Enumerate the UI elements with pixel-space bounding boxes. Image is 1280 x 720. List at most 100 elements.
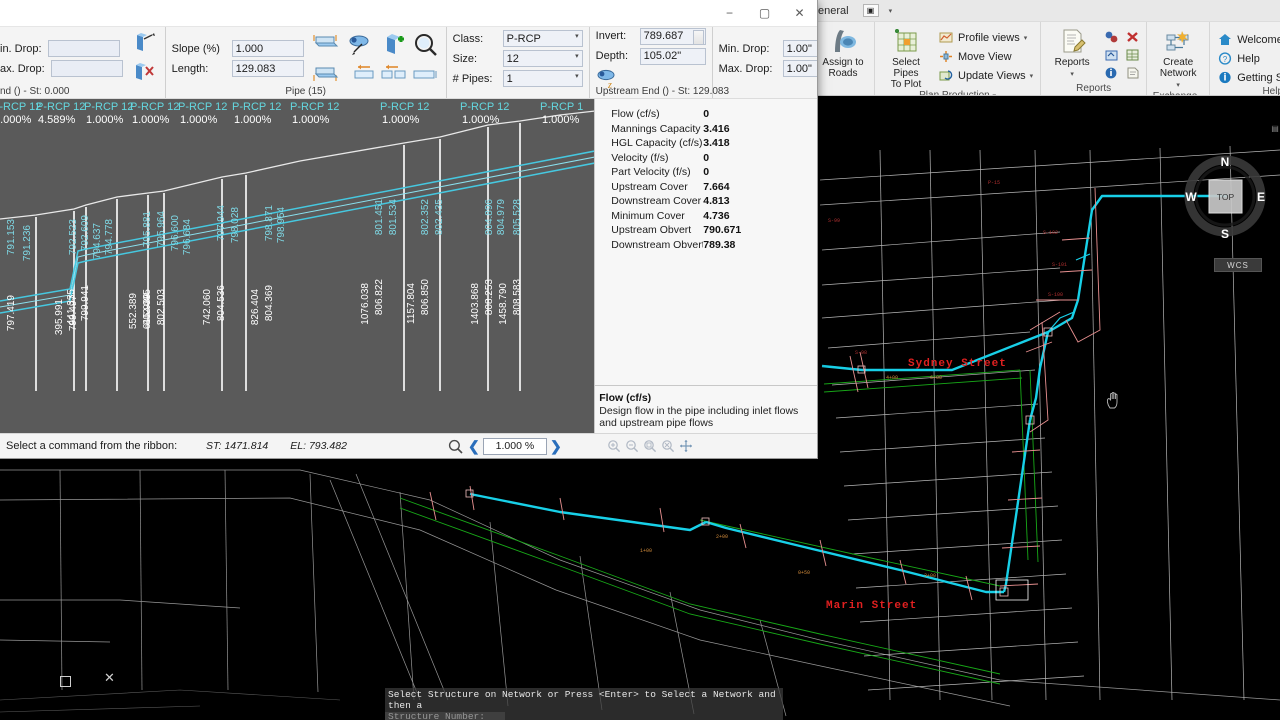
reports-caret[interactable]: ▾ (1070, 69, 1074, 80)
command-input-field[interactable] (385, 712, 505, 720)
zoom-find-icon[interactable] (447, 437, 465, 455)
viewcube[interactable]: TOP N S W E (1182, 134, 1268, 264)
pipe-swap-mid-icon[interactable] (378, 60, 408, 86)
info-row[interactable]: Mannings Capacity (3.416 (611, 122, 813, 137)
ribbon-panel-toggle[interactable]: ▣ (863, 4, 879, 17)
assign-to-roads-button[interactable]: Assign to Roads (817, 26, 869, 79)
ribbon-bar[interactable]: eneral ▣ ▾ Assign to Roads (812, 0, 1280, 96)
pan-icon[interactable] (677, 437, 695, 455)
pipe-add-icon[interactable] (378, 32, 408, 58)
select-pipes-to-plot-button[interactable]: Select Pipes To Plot (880, 26, 932, 90)
downstream-drop-fields: in. Drop: ax. Drop: (0, 40, 123, 77)
num-pipes-select[interactable]: 1 (503, 70, 583, 87)
depth-input[interactable]: 105.02" (640, 48, 706, 65)
length-input[interactable]: 129.083 (232, 60, 304, 77)
report-delete-icon[interactable] (1123, 29, 1141, 45)
invert-elevation-label: 797.419 (6, 295, 17, 331)
ribbon-tab-row[interactable]: eneral ▣ ▾ (812, 0, 1280, 22)
ribbon-panel-plan-production-title[interactable]: Plan Production ▾ (880, 90, 1035, 96)
window-close-button[interactable]: ✕ (782, 0, 817, 26)
profile-views-button[interactable]: Profile views ▾ (936, 29, 1035, 46)
help-button[interactable]: ? Help (1215, 50, 1280, 67)
viewcube-graphic[interactable]: TOP N S W E (1182, 134, 1268, 264)
move-view-button[interactable]: Move View (936, 48, 1035, 65)
update-views-button[interactable]: Update Views ▾ (936, 67, 1035, 84)
zoom-value-input[interactable]: 1.000 % (483, 438, 547, 455)
invert-elevation-label: 806.822 (374, 279, 385, 315)
zoom-window-icon[interactable] (641, 437, 659, 455)
zoom-in-icon[interactable] (605, 437, 623, 455)
pipe-swap-left-icon[interactable] (346, 60, 376, 86)
hydraflow-status-bar[interactable]: Select a command from the ribbon: ST: 14… (0, 433, 817, 458)
info-row[interactable]: Downstream Obvert789.38 (611, 238, 813, 253)
exchange-expand-caret[interactable]: ▾ (1200, 94, 1204, 96)
info-row[interactable]: Upstream Obvert790.671 (611, 223, 813, 238)
rim-elevation-label: 796.684 (182, 219, 193, 255)
info-row-value: 789.38 (703, 239, 735, 251)
pipe-header-label: P-RCP 12 (380, 101, 429, 113)
ribbon-panel-help-title: Help (1215, 86, 1280, 96)
welcome-screen-button[interactable]: Welcome Screen ▾ (1215, 31, 1280, 48)
profile-view-area[interactable]: P-RCP 121.000%P-RCP 124.589%P-RCP 121.00… (0, 99, 817, 433)
profile-views-caret[interactable]: ▾ (1024, 34, 1028, 42)
reports-button[interactable]: Reports ▾ (1046, 26, 1098, 80)
min-drop-input-left[interactable] (48, 40, 120, 57)
update-views-caret[interactable]: ▾ (1030, 72, 1034, 80)
report-network-icon[interactable] (1102, 29, 1120, 45)
rim-elevation-label: 798.871 (264, 205, 275, 241)
hydraflow-storm-sewers-window[interactable]: − ▢ ✕ in. Drop: ax. Drop: (0, 0, 818, 459)
zoom-out-icon[interactable] (623, 437, 641, 455)
info-row[interactable]: Part Velocity (f/s)0 (611, 165, 813, 180)
zoom-extents-icon[interactable] (659, 437, 677, 455)
info-row[interactable]: Downstream Cover4.813 (611, 194, 813, 209)
info-row[interactable]: Upstream Cover7.664 (611, 180, 813, 195)
drop-fields-right: Min. Drop: 1.00" Max. Drop: 1.00" (719, 40, 817, 77)
info-row[interactable]: Flow (cf/s)0 (611, 107, 813, 122)
report-table-icon[interactable] (1123, 47, 1141, 63)
pipe-connect-icon-left[interactable] (129, 31, 159, 57)
pipe-disconnect-icon-left[interactable] (129, 60, 159, 86)
invert-label: Invert: (596, 30, 634, 42)
report-export-icon[interactable] (1102, 47, 1120, 63)
align-invert-icon[interactable] (310, 60, 340, 86)
max-drop-input-left[interactable] (51, 60, 123, 77)
pipe-zoom-icon[interactable] (410, 32, 440, 58)
pipe-pick-icon[interactable] (346, 32, 376, 58)
create-network-caret[interactable]: ▾ (1176, 80, 1180, 91)
profile-graph[interactable]: P-RCP 121.000%P-RCP 124.589%P-RCP 121.00… (0, 99, 594, 433)
hydraflow-toolbar[interactable]: in. Drop: ax. Drop: (0, 27, 817, 99)
map-tag: S-100 (1048, 292, 1063, 298)
pipe-slope-label: 1.000% (180, 114, 217, 126)
plan-production-expand-caret[interactable]: ▾ (993, 93, 997, 96)
ribbon-panel-caret[interactable]: ▾ (889, 7, 893, 15)
window-maximize-button[interactable]: ▢ (747, 0, 782, 26)
zoom-next-button[interactable]: ❯ (547, 438, 565, 455)
slope-input[interactable]: 1.000 (232, 40, 304, 57)
invert-input[interactable]: 789.687 (640, 28, 706, 45)
create-network-button[interactable]: Create Network ▾ (1152, 26, 1204, 91)
selection-grip[interactable] (60, 676, 71, 687)
ribbon-panel-exchange-title[interactable]: Exchange ▾ (1152, 91, 1204, 96)
zoom-prev-button[interactable]: ❮ (465, 438, 483, 455)
align-crown-icon[interactable] (310, 31, 340, 57)
info-row[interactable]: HGL Capacity (cf/s)3.418 (611, 136, 813, 151)
scroll-indicator[interactable]: ▤ (1270, 120, 1280, 136)
size-select[interactable]: 12 (503, 50, 583, 67)
pan-hand-cursor (1106, 391, 1122, 409)
max-drop-input-right[interactable]: 1.00" (783, 60, 817, 77)
report-list-icon[interactable] (1123, 65, 1141, 81)
info-row[interactable]: Minimum Cover4.736 (611, 209, 813, 224)
min-drop-row-left: in. Drop: (0, 40, 123, 57)
pipe-info-panel[interactable]: Flow (cf/s)0Mannings Capacity (3.416HGL … (594, 99, 817, 433)
min-drop-input-right[interactable]: 1.00" (783, 40, 817, 57)
report-info-icon[interactable] (1102, 65, 1120, 81)
station-label: 267.299 (0, 299, 3, 335)
window-minimize-button[interactable]: − (712, 0, 747, 26)
wcs-indicator[interactable]: WCS (1214, 258, 1262, 272)
pipe-swap-right-icon[interactable] (410, 60, 440, 86)
info-row[interactable]: Velocity (f/s)0 (611, 151, 813, 166)
class-select[interactable]: P-RCP (503, 30, 583, 47)
getting-started-button[interactable]: Getting Started (1215, 69, 1280, 86)
ribbon-tab-general[interactable]: eneral (814, 3, 853, 19)
window-title-bar[interactable]: − ▢ ✕ (0, 0, 817, 27)
